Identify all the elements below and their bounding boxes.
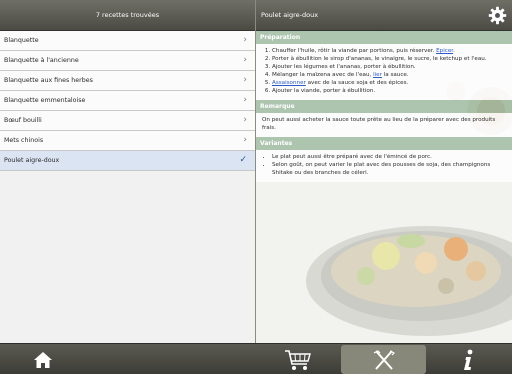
recipe-count-label: 7 recettes trouvées <box>95 11 160 19</box>
gear-icon[interactable] <box>488 6 507 25</box>
step-item: Chauffer l'huile, rôtir la viande par po… <box>272 47 506 55</box>
recipe-list-item-label: Blanquette aux fines herbes <box>4 77 93 84</box>
section-header-preparation: Préparation <box>256 31 512 44</box>
step-item: Porter à ébullition le sirop d'ananas, l… <box>272 55 506 63</box>
recipe-list-item[interactable]: Blanquette emmentaloise › <box>0 91 255 111</box>
remark-text: On peut aussi acheter la sauce toute prê… <box>256 113 512 137</box>
variant-item: Selon goût, on peut varier le plat avec … <box>272 161 506 177</box>
info-icon <box>464 349 473 370</box>
variants-list: Le plat peut aussi être préparé avec de … <box>256 150 512 182</box>
home-button[interactable] <box>28 344 58 374</box>
section-header-remarque: Remarque <box>256 100 512 113</box>
recipe-list-item-label: Blanquette à l'ancienne <box>4 57 79 64</box>
step-text: la sauce. <box>381 72 409 78</box>
chevron-right-icon: › <box>243 75 247 85</box>
recipe-list-item-label: Bœuf bouilli <box>4 117 42 124</box>
cutlery-icon <box>373 349 395 370</box>
chevron-right-icon: › <box>243 135 247 145</box>
detail-header: Poulet aigre-doux <box>256 0 512 31</box>
step-text: avec de la sauce soja et des épices. <box>305 80 409 86</box>
recipe-list-item[interactable]: Blanquette aux fines herbes › <box>0 71 255 91</box>
step-text: Ajouter les légumes et l'ananas, porter … <box>272 64 416 70</box>
recipe-list-item[interactable]: Mets chinois › <box>0 131 255 151</box>
recipe-list-item-label: Poulet aigre-doux <box>4 157 60 164</box>
preparation-steps: Chauffer l'huile, rôtir la viande par po… <box>256 44 512 100</box>
chevron-right-icon: › <box>243 35 247 45</box>
list-header: 7 recettes trouvées <box>0 0 255 31</box>
home-icon <box>34 351 52 368</box>
recipe-list-item[interactable]: Blanquette à l'ancienne › <box>0 51 255 71</box>
step-item: Assaisonner avec de la sauce soja et des… <box>272 79 506 87</box>
recipe-list-item-label: Blanquette <box>4 37 39 44</box>
recipe-list-item[interactable]: Blanquette › <box>0 31 255 51</box>
variant-item: Le plat peut aussi être préparé avec de … <box>272 153 506 161</box>
checkmark-icon: ✓ <box>239 155 247 165</box>
info-button[interactable] <box>456 344 480 374</box>
recipe-detail: Préparation Chauffer l'huile, rôtir la v… <box>256 31 512 343</box>
step-item: Mélanger la maïzena avec de l'eau, lier … <box>272 71 506 79</box>
step-text: Chauffer l'huile, rôtir la viande par po… <box>272 48 437 54</box>
glossary-link[interactable]: lier <box>373 72 382 78</box>
step-text: Ajouter la viande, porter à ébullition. <box>272 88 376 94</box>
remark-body: On peut aussi acheter la sauce toute prê… <box>262 117 496 131</box>
section-title: Remarque <box>260 103 295 110</box>
chevron-right-icon: › <box>243 55 247 65</box>
glossary-link[interactable]: Epicer <box>436 48 453 54</box>
bottom-toolbar <box>0 343 512 374</box>
recipe-list-item[interactable]: Bœuf bouilli › <box>0 111 255 131</box>
chevron-right-icon: › <box>243 95 247 105</box>
chevron-right-icon: › <box>243 115 247 125</box>
section-title: Variantes <box>260 140 293 147</box>
recipe-title: Poulet aigre-doux <box>261 11 319 19</box>
step-text: Porter à ébullition le sirop d'ananas, l… <box>272 56 487 62</box>
recipe-list: Blanquette › Blanquette à l'ancienne › B… <box>0 31 255 343</box>
glossary-link[interactable]: Assaisonner <box>272 80 306 86</box>
shopping-cart-icon <box>285 349 311 370</box>
step-text: Mélanger la maïzena avec de l'eau, <box>272 72 374 78</box>
recipe-list-item-selected[interactable]: Poulet aigre-doux ✓ <box>0 151 255 171</box>
step-text: . <box>453 48 455 54</box>
step-item: Ajouter les légumes et l'ananas, porter … <box>272 63 506 71</box>
shopping-list-button[interactable] <box>282 344 314 374</box>
section-header-variantes: Variantes <box>256 137 512 150</box>
recipe-list-item-label: Blanquette emmentaloise <box>4 97 86 104</box>
section-title: Préparation <box>260 34 301 41</box>
recipes-tab[interactable] <box>341 345 426 374</box>
recipe-list-item-label: Mets chinois <box>4 137 44 144</box>
step-item: Ajouter la viande, porter à ébullition. <box>272 87 506 95</box>
